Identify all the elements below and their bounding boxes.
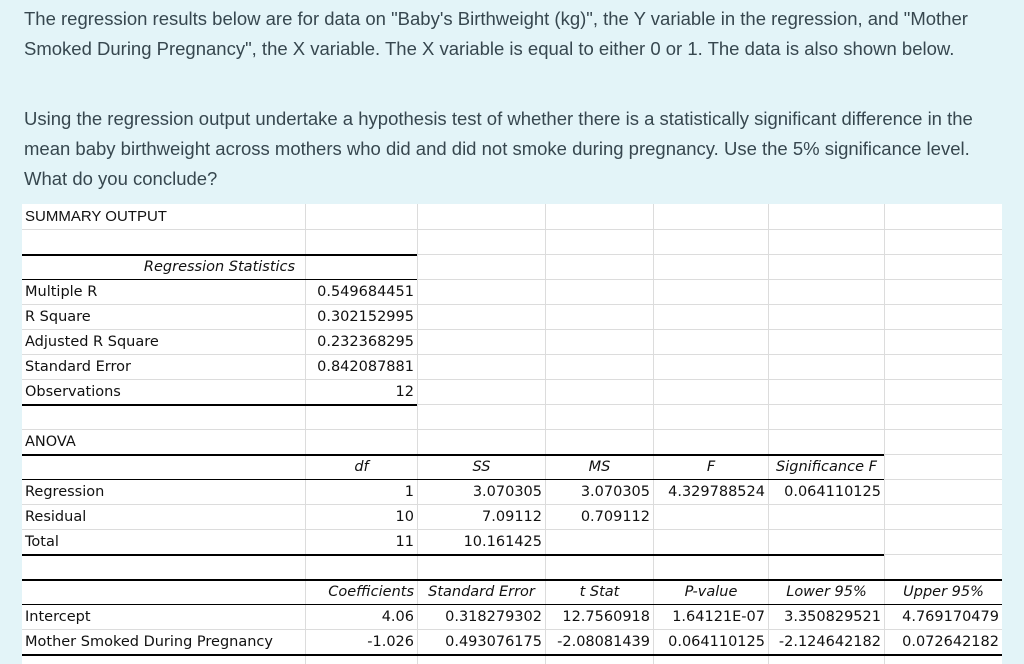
anova-header-ms: MS: [546, 456, 653, 479]
anova-row-label: Total: [22, 530, 305, 554]
anova-df: 10: [306, 505, 417, 529]
summary-output-title: SUMMARY OUTPUT: [22, 204, 305, 229]
anova-significance-f: 0.064110125: [769, 480, 884, 504]
coef-header-coefficients: Coefficients: [306, 581, 417, 604]
anova-title: ANOVA: [22, 430, 305, 454]
coef-row-label: Mother Smoked During Pregnancy: [22, 630, 305, 654]
coef-header-upper-95: Upper 95%: [885, 581, 1002, 604]
anova-ms: 3.070305: [546, 480, 653, 504]
coef-header-t-stat: t Stat: [546, 581, 653, 604]
stat-label: Multiple R: [22, 280, 305, 304]
stat-label: Adjusted R Square: [22, 330, 305, 354]
anova-row-label: Regression: [22, 480, 305, 504]
anova-header-f: F: [654, 456, 768, 479]
stat-value: 0.232368295: [306, 330, 417, 354]
stat-value: 0.842087881: [306, 355, 417, 379]
coef-lower-95: -2.124642182: [769, 630, 884, 654]
anova-ss: 7.09112: [418, 505, 545, 529]
coef-upper-95: 4.769170479: [885, 605, 1002, 629]
regression-statistics-header: Regression Statistics: [143, 259, 296, 275]
anova-f: 4.329788524: [654, 480, 768, 504]
anova-ss: 3.070305: [418, 480, 545, 504]
anova-header-significance-f: Significance F: [769, 456, 884, 479]
anova-ms: 0.709112: [546, 505, 653, 529]
anova-header-df: df: [306, 456, 417, 479]
stat-value: 0.302152995: [306, 305, 417, 329]
anova-df: 11: [306, 530, 417, 554]
coef-t-stat: -2.08081439: [546, 630, 653, 654]
stat-value: 0.549684451: [306, 280, 417, 304]
coef-value: -1.026: [306, 630, 417, 654]
coef-value: 4.06: [306, 605, 417, 629]
coef-p-value: 1.64121E-07: [654, 605, 768, 629]
coef-header-standard-error: Standard Error: [418, 581, 545, 604]
regression-output-spreadsheet: SUMMARY OUTPUT Regression Statistics Mul…: [22, 204, 1002, 664]
stat-label: Standard Error: [22, 355, 305, 379]
coef-p-value: 0.064110125: [654, 630, 768, 654]
question-paragraph-1: The regression results below are for dat…: [24, 8, 968, 59]
coef-header-lower-95: Lower 95%: [769, 581, 884, 604]
anova-df: 1: [306, 480, 417, 504]
stat-label: Observations: [22, 380, 305, 404]
anova-header-ss: SS: [418, 456, 545, 479]
stat-label: R Square: [22, 305, 305, 329]
coef-row-label: Intercept: [22, 605, 305, 629]
coef-header-p-value: P-value: [654, 581, 768, 604]
question-paragraph-2: Using the regression output undertake a …: [24, 108, 973, 189]
coef-t-stat: 12.7560918: [546, 605, 653, 629]
anova-row-label: Residual: [22, 505, 305, 529]
stat-value: 12: [306, 380, 417, 404]
coef-lower-95: 3.350829521: [769, 605, 884, 629]
anova-ss: 10.161425: [418, 530, 545, 554]
coef-standard-error: 0.318279302: [418, 605, 545, 629]
coef-standard-error: 0.493076175: [418, 630, 545, 654]
coef-upper-95: 0.072642182: [885, 630, 1002, 654]
